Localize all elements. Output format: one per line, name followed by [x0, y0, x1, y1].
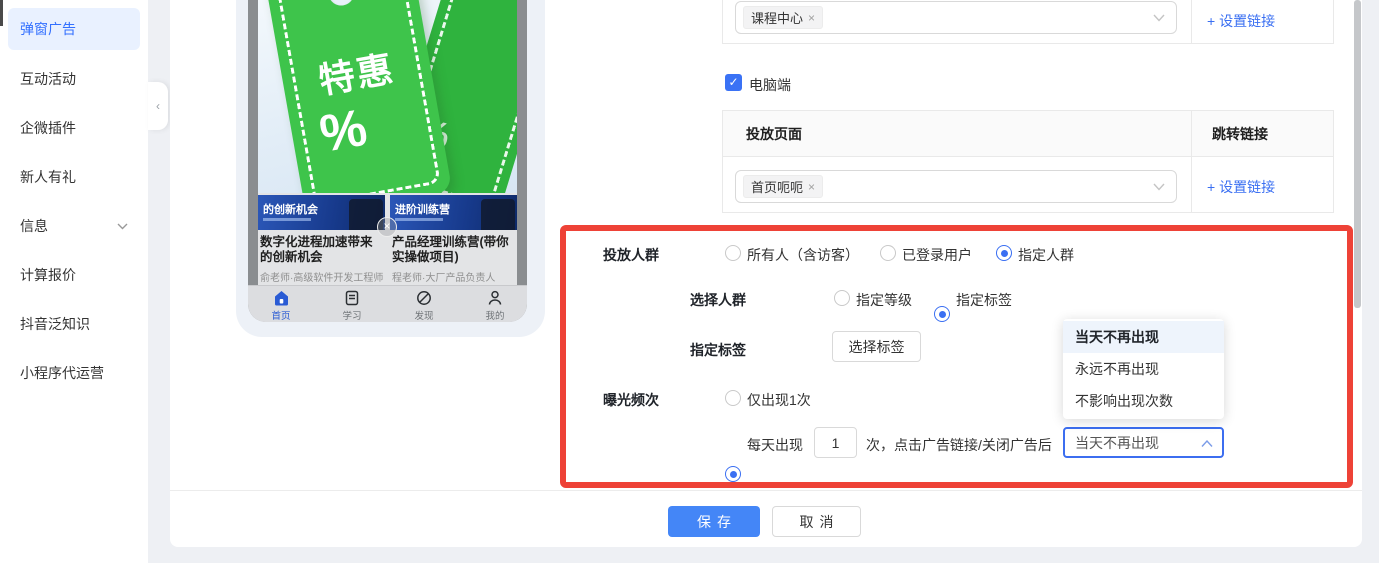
sidebar-item-info[interactable]: 信息 — [0, 206, 148, 246]
daily-prefix: 每天出现 — [747, 437, 803, 453]
mobile-page-select[interactable]: 课程中心 × — [735, 1, 1177, 34]
cancel-button[interactable]: 取消 — [772, 506, 861, 537]
radio-specified-group[interactable] — [996, 245, 1012, 261]
dropdown-option-no-effect[interactable]: 不影响出现次数 — [1063, 385, 1224, 417]
close-icon[interactable]: × — [808, 11, 815, 25]
tab-study: 学习 — [330, 290, 374, 322]
chevron-down-icon — [117, 223, 128, 230]
sidebar-item-wecom-plugin[interactable]: 企微插件 — [0, 108, 148, 148]
discover-icon — [417, 291, 431, 305]
group-label: 选择人群 — [690, 292, 746, 308]
selected-page-chip: 首页呃呃 × — [743, 175, 824, 198]
popup-close-button[interactable]: × — [377, 217, 397, 237]
pc-page-select[interactable]: 首页呃呃 × — [735, 170, 1177, 203]
frequency-dropdown: 当天不再出现 永远不再出现 不影响出现次数 — [1063, 319, 1224, 419]
popup-ad-image: % 特惠 % — [258, 0, 517, 193]
tab-mine: 我的 — [473, 290, 517, 322]
selected-page-chip: 课程中心 × — [743, 6, 824, 29]
sidebar-item-douyin[interactable]: 抖音泛知识 — [0, 304, 148, 344]
times-input[interactable] — [814, 427, 857, 458]
edge-artifact — [0, 0, 3, 26]
tag-label: 指定标签 — [690, 342, 746, 358]
column-header-link: 跳转链接 — [1212, 126, 1268, 142]
course-teacher: 程老师·大厂产品负责人 — [392, 273, 496, 284]
radio-daily-times[interactable] — [725, 466, 741, 482]
close-icon[interactable]: × — [808, 180, 815, 194]
tab-home: 首页 — [259, 290, 303, 322]
radio-show-once[interactable] — [725, 390, 741, 406]
frequency-label: 曝光频次 — [603, 392, 659, 408]
footer-divider — [170, 490, 1362, 491]
set-link-button[interactable]: + 设置链接 — [1207, 11, 1275, 31]
close-icon: × — [383, 219, 391, 233]
check-icon: ✓ — [728, 75, 739, 89]
chevron-down-icon — [1153, 14, 1165, 22]
radio-specified-level-label[interactable]: 指定等级 — [856, 290, 912, 310]
phone-preview-screen: % 特惠 % 的创新机会 进阶训练营 数字化进程加速带来的创新机会 产品经理训练… — [248, 0, 527, 322]
chevron-down-icon — [1153, 183, 1165, 191]
course-card-image: 的创新机会 — [258, 195, 385, 230]
daily-suffix: 次，点击广告链接/关闭广告后 — [866, 437, 1052, 453]
chevron-up-icon — [1201, 440, 1213, 448]
radio-specified-level[interactable] — [834, 290, 850, 306]
chevron-left-icon: ‹ — [156, 99, 160, 113]
user-icon — [488, 290, 502, 305]
sidebar-item-activity[interactable]: 互动活动 — [0, 59, 148, 99]
banner-subtext-bar — [263, 218, 311, 221]
radio-everyone[interactable] — [725, 245, 741, 261]
set-link-button[interactable]: + 设置链接 — [1207, 177, 1275, 197]
after-close-select[interactable]: 当天不再出现 — [1063, 427, 1224, 458]
banner-subtext-bar — [395, 218, 443, 221]
book-icon — [345, 290, 359, 306]
home-icon — [274, 291, 288, 306]
dropdown-option-today[interactable]: 当天不再出现 — [1063, 321, 1224, 353]
collapse-sidebar-button[interactable]: ‹ — [148, 82, 168, 130]
radio-show-once-label[interactable]: 仅出现1次 — [747, 390, 811, 410]
radio-specified-group-label[interactable]: 指定人群 — [1018, 245, 1074, 265]
dropdown-option-forever[interactable]: 永远不再出现 — [1063, 353, 1224, 385]
tab-discover: 发现 — [402, 290, 446, 322]
price-tag-main: 特惠 % — [263, 0, 453, 193]
column-header-page: 投放页面 — [746, 126, 802, 142]
course-title: 数字化进程加速带来的创新机会 — [260, 235, 373, 264]
app-tabbar: 首页 学习 发现 我的 — [248, 285, 527, 322]
sidebar-item-newcomer-gift[interactable]: 新人有礼 — [0, 157, 148, 197]
sidebar: 弹窗广告 互动活动 企微插件 新人有礼 信息 计算报价 抖音泛知识 小程序代运营 — [0, 0, 148, 563]
sidebar-item-price-calc[interactable]: 计算报价 — [0, 255, 148, 295]
course-card-image: 进阶训练营 — [390, 195, 517, 230]
audience-label: 投放人群 — [603, 247, 659, 263]
radio-everyone-label[interactable]: 所有人（含访客） — [747, 245, 859, 265]
course-teacher: 俞老师·高级软件开发工程师 — [260, 273, 384, 284]
pc-checkbox[interactable]: ✓ — [725, 74, 742, 91]
radio-logged-in-label[interactable]: 已登录用户 — [902, 245, 972, 265]
choose-tag-button[interactable]: 选择标签 — [832, 331, 921, 362]
sidebar-item-popup-ad[interactable]: 弹窗广告 — [8, 8, 140, 50]
radio-specified-tag-label[interactable]: 指定标签 — [956, 290, 1012, 310]
radio-specified-tag[interactable] — [934, 306, 950, 322]
radio-logged-in[interactable] — [880, 245, 896, 261]
save-button[interactable]: 保存 — [668, 506, 760, 537]
vertical-scrollbar[interactable] — [1354, 0, 1361, 308]
sidebar-item-miniprogram[interactable]: 小程序代运营 — [0, 353, 148, 393]
pc-checkbox-label: 电脑端 — [749, 77, 791, 93]
course-title: 产品经理训练营(带你实操做项目) — [392, 235, 509, 264]
